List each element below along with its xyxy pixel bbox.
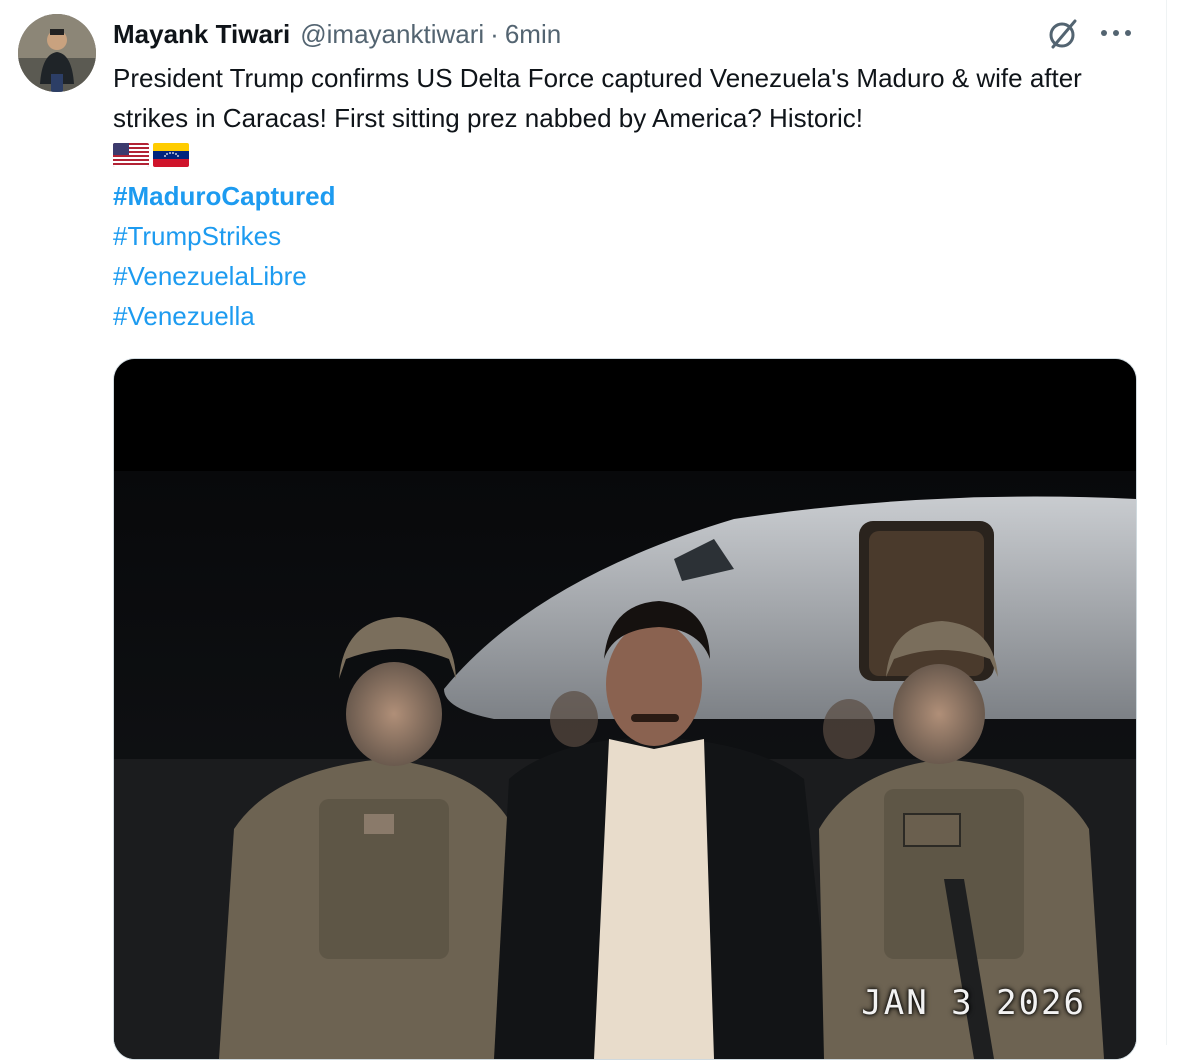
hashtag-link[interactable]: #VenezuelaLibre xyxy=(113,256,335,296)
more-horizontal-icon[interactable] xyxy=(1096,20,1136,46)
tweet-header: Mayank Tiwari @imayanktiwari · 6min xyxy=(113,16,561,52)
flag-us-icon xyxy=(113,143,149,167)
hashtag-link[interactable]: #TrumpStrikes xyxy=(113,216,335,256)
separator-dot: · xyxy=(490,18,499,49)
author-handle[interactable]: @imayanktiwari xyxy=(300,19,484,50)
tweet-text: President Trump confirms US Delta Force … xyxy=(113,63,1082,133)
tweet-media-photo[interactable]: JAN 3 2026 xyxy=(113,358,1137,1060)
timeline-divider xyxy=(1166,0,1167,1045)
author-name[interactable]: Mayank Tiwari xyxy=(113,19,290,50)
hashtag-link[interactable]: #MaduroCaptured xyxy=(113,176,335,216)
flag-emojis xyxy=(113,143,189,169)
photo-illustration xyxy=(114,359,1136,1059)
hashtag-list: #MaduroCaptured #TrumpStrikes #Venezuela… xyxy=(113,176,335,336)
grok-slash-circle-icon[interactable] xyxy=(1046,17,1080,51)
tweet-timestamp[interactable]: 6min xyxy=(505,19,561,50)
date-stamp: JAN 3 2026 xyxy=(861,983,1086,1023)
flag-venezuela-icon xyxy=(153,143,189,167)
tweet[interactable]: Mayank Tiwari @imayanktiwari · 6min Pres… xyxy=(0,0,1166,1060)
hashtag-link[interactable]: #Venezuella xyxy=(113,296,335,336)
avatar[interactable] xyxy=(18,14,96,92)
